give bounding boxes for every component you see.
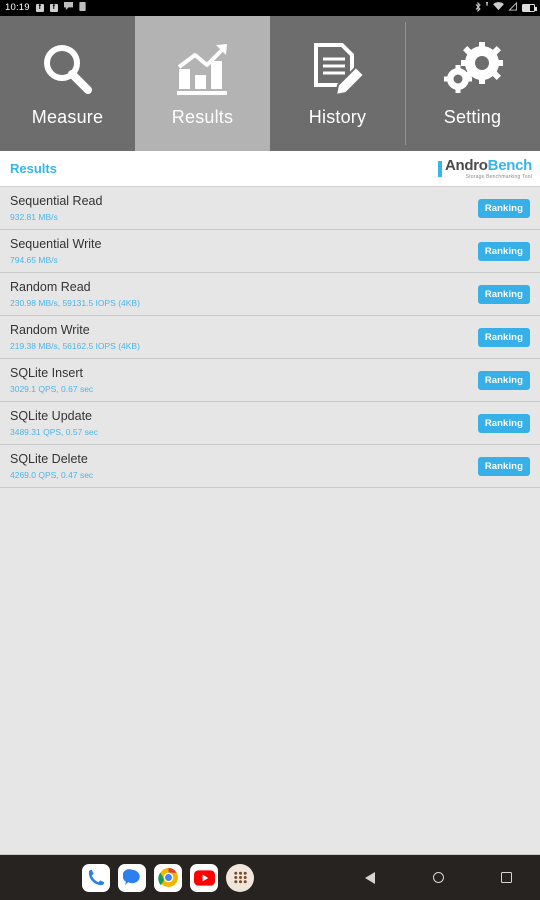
row-name: SQLite Update xyxy=(10,409,92,423)
row-texts: SQLite Insert 3029.1 QPS, 0.67 sec xyxy=(10,366,478,394)
ranking-button[interactable]: Ranking xyxy=(477,198,530,218)
tab-results-label: Results xyxy=(171,107,234,127)
row-name: Sequential Read xyxy=(10,194,103,208)
row-texts: Sequential Write 794.65 MB/s xyxy=(10,237,478,265)
ranking-button[interactable]: Ranking xyxy=(477,327,530,347)
status-bar: 10:19 f f xyxy=(0,0,540,16)
tab-setting-label: Setting xyxy=(443,107,502,127)
signal-icon xyxy=(508,1,518,14)
row-texts: Random Read 230.98 MB/s, 59131.5 IOPS (4… xyxy=(10,280,478,308)
tab-setting[interactable]: Setting xyxy=(405,16,540,151)
status-left-group: 10:19 f f xyxy=(5,0,86,16)
table-row[interactable]: Sequential Write 794.65 MB/s Ranking xyxy=(0,230,540,273)
magnifier-icon xyxy=(38,39,98,101)
tab-measure[interactable]: Measure xyxy=(0,16,135,151)
battery-icon xyxy=(522,4,537,12)
ranking-button[interactable]: Ranking xyxy=(477,413,530,433)
system-navigation-bar xyxy=(0,855,540,900)
row-texts: SQLite Delete 4269.0 QPS, 0.47 sec xyxy=(10,452,478,480)
logo-tagline: Storage Benchmarking Tool xyxy=(465,173,532,180)
row-name: Sequential Write xyxy=(10,237,102,251)
tab-history-label: History xyxy=(308,107,367,127)
recents-button[interactable] xyxy=(472,872,540,883)
row-value: 932.81 MB/s xyxy=(10,212,58,222)
table-row[interactable]: SQLite Delete 4269.0 QPS, 0.47 sec Ranki… xyxy=(0,445,540,488)
status-right-group xyxy=(475,0,537,16)
androbench-logo: AndroBench Storage Benchmarking Tool xyxy=(437,158,532,180)
facebook-icon: f xyxy=(35,4,44,12)
logo-primary: Andro xyxy=(444,156,488,174)
table-row[interactable]: Sequential Read 932.81 MB/s Ranking xyxy=(0,187,540,230)
page-title: Results xyxy=(10,161,57,176)
alarm-icon xyxy=(485,2,489,14)
wifi-icon xyxy=(493,2,504,14)
messages-app-icon[interactable] xyxy=(118,863,146,892)
app-drawer-icon[interactable] xyxy=(226,863,254,892)
nav-keys xyxy=(336,871,540,884)
row-value: 219.38 MB/s, 56162.5 IOPS (4KB) xyxy=(10,341,140,351)
bluetooth-icon xyxy=(475,1,481,15)
messenger-icon xyxy=(63,2,73,14)
youtube-app-icon[interactable] xyxy=(190,863,218,892)
chrome-app-icon[interactable] xyxy=(154,863,182,892)
row-texts: Sequential Read 932.81 MB/s xyxy=(10,194,478,222)
table-row[interactable]: Random Write 219.38 MB/s, 56162.5 IOPS (… xyxy=(0,316,540,359)
row-texts: SQLite Update 3489.31 QPS, 0.57 sec xyxy=(10,409,478,437)
row-value: 3029.1 QPS, 0.67 sec xyxy=(10,384,94,394)
table-row[interactable]: Random Read 230.98 MB/s, 59131.5 IOPS (4… xyxy=(0,273,540,316)
tab-history[interactable]: History xyxy=(270,16,405,151)
ranking-button[interactable]: Ranking xyxy=(477,370,530,390)
status-clock: 10:19 xyxy=(5,2,30,13)
logo-wordmark: AndroBench xyxy=(445,158,532,173)
results-list: Sequential Read 932.81 MB/s Ranking Sequ… xyxy=(0,187,540,488)
row-value: 794.65 MB/s xyxy=(10,255,58,265)
bar-chart-icon xyxy=(173,39,233,101)
home-button[interactable] xyxy=(404,872,472,883)
gears-icon xyxy=(442,39,504,101)
row-name: Random Read xyxy=(10,280,91,294)
app-dock xyxy=(82,863,254,892)
row-value: 230.98 MB/s, 59131.5 IOPS (4KB) xyxy=(10,298,140,308)
facebook-icon: f xyxy=(49,4,58,12)
row-name: SQLite Insert xyxy=(10,366,83,380)
phone-app-icon[interactable] xyxy=(82,863,110,892)
logo-secondary: Bench xyxy=(487,156,533,174)
ranking-button[interactable]: Ranking xyxy=(477,241,530,261)
table-row[interactable]: SQLite Update 3489.31 QPS, 0.57 sec Rank… xyxy=(0,402,540,445)
table-row[interactable]: SQLite Insert 3029.1 QPS, 0.67 sec Ranki… xyxy=(0,359,540,402)
tab-results[interactable]: Results xyxy=(135,16,270,151)
logo-text: AndroBench Storage Benchmarking Tool xyxy=(445,158,532,180)
row-value: 4269.0 QPS, 0.47 sec xyxy=(10,470,94,480)
row-texts: Random Write 219.38 MB/s, 56162.5 IOPS (… xyxy=(10,323,478,351)
ranking-button[interactable]: Ranking xyxy=(477,284,530,304)
row-name: SQLite Delete xyxy=(10,452,88,466)
back-button[interactable] xyxy=(336,871,404,884)
tab-measure-label: Measure xyxy=(31,107,104,127)
main-tab-bar: Measure Results History Setting xyxy=(0,16,540,151)
row-name: Random Write xyxy=(10,323,90,337)
row-value: 3489.31 QPS, 0.57 sec xyxy=(10,427,98,437)
results-header: Results AndroBench Storage Benchmarking … xyxy=(0,151,540,187)
document-pencil-icon xyxy=(308,39,368,101)
note-icon xyxy=(79,2,86,14)
ranking-button[interactable]: Ranking xyxy=(477,456,530,476)
logo-accent-bar xyxy=(437,160,442,177)
